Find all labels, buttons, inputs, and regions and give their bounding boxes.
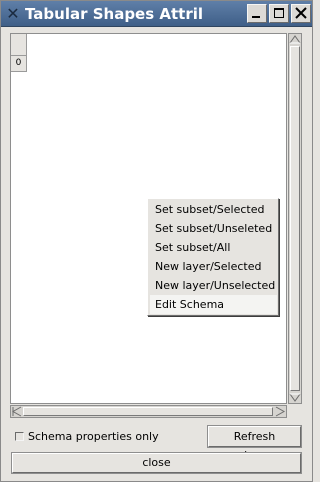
menu-item-edit-schema[interactable]: Edit Schema (150, 295, 277, 314)
schema-properties-checkbox[interactable] (15, 432, 24, 441)
close-window-button[interactable] (291, 4, 311, 23)
vertical-scroll-thumb[interactable] (290, 46, 300, 391)
table-corner-header[interactable] (11, 34, 27, 56)
scroll-down-arrow-icon[interactable] (289, 392, 301, 403)
menu-item-set-subset-unselected[interactable]: Set subset/Unseleted (150, 219, 277, 238)
refresh-columns-button[interactable]: Refresh columns (208, 426, 301, 462)
menu-item-set-subset-selected[interactable]: Set subset/Selected (150, 200, 277, 219)
schema-properties-label[interactable]: Schema properties only (28, 429, 159, 444)
scroll-right-arrow-icon[interactable] (274, 406, 286, 417)
close-button[interactable]: close (12, 453, 301, 473)
scroll-up-arrow-icon[interactable] (289, 34, 301, 45)
maximize-icon (274, 8, 284, 18)
attribute-window: ✕ Tabular Shapes Attril 0 Set subset/Sel… (0, 0, 313, 482)
close-icon (295, 7, 307, 19)
scroll-left-arrow-icon[interactable] (11, 406, 23, 417)
menu-item-set-subset-all[interactable]: Set subset/All (150, 238, 277, 257)
x-icon[interactable]: ✕ (4, 5, 22, 23)
horizontal-scroll-thumb[interactable] (23, 407, 273, 416)
window-title: Tabular Shapes Attril (25, 5, 204, 23)
horizontal-scrollbar[interactable] (10, 405, 287, 418)
menu-item-new-layer-selected[interactable]: New layer/Selected (150, 257, 277, 276)
context-menu: Set subset/Selected Set subset/Unseleted… (147, 198, 279, 316)
minimize-icon (252, 16, 260, 18)
menu-item-new-layer-unselected[interactable]: New layer/Unselected (150, 276, 277, 295)
title-bar[interactable]: ✕ Tabular Shapes Attril (1, 1, 312, 27)
maximize-button[interactable] (269, 4, 289, 23)
row-header[interactable]: 0 (11, 56, 27, 72)
minimize-button[interactable] (247, 4, 267, 23)
vertical-scrollbar[interactable] (288, 33, 302, 404)
